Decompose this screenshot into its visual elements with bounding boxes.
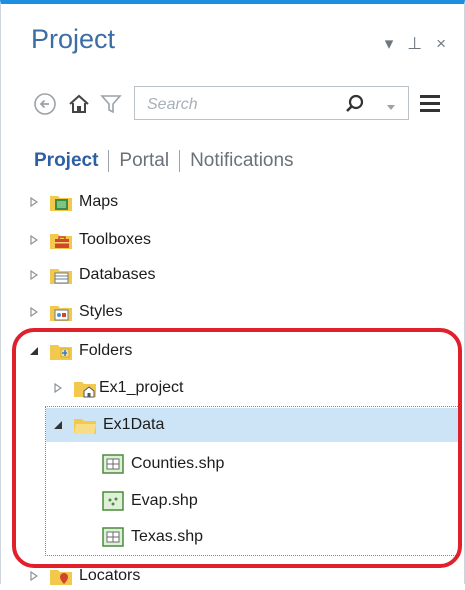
tree-item-label: Maps	[79, 193, 119, 210]
project-pane: Project ▾ ⊥ × Project	[0, 0, 465, 585]
tree-item-databases[interactable]: Databases	[27, 258, 156, 292]
pin-icon[interactable]: ⊥	[407, 34, 422, 54]
locators-folder-icon	[49, 566, 73, 586]
tree-item-counties-shp[interactable]: Counties.shp	[101, 447, 224, 481]
menu-icon[interactable]	[418, 92, 442, 119]
expand-arrow-icon[interactable]	[27, 197, 41, 207]
folder-icon	[73, 415, 97, 435]
dropdown-arrow-icon[interactable]	[386, 99, 396, 117]
pane-options-dropdown-icon[interactable]: ▾	[385, 34, 394, 54]
tab-separator	[179, 150, 181, 172]
tab-project[interactable]: Project	[34, 150, 98, 172]
point-shapefile-icon	[101, 491, 125, 511]
tree-item-locators[interactable]: Locators	[27, 562, 140, 590]
pane-tabs: Project Portal Notifications	[34, 150, 294, 172]
polygon-shapefile-icon	[101, 527, 125, 547]
expand-arrow-icon[interactable]	[51, 383, 65, 393]
folders-icon	[49, 341, 73, 361]
tree-item-texas-shp[interactable]: Texas.shp	[101, 520, 203, 554]
tree-item-label: Counties.shp	[131, 455, 225, 472]
tree-item-label: Texas.shp	[131, 528, 204, 545]
tab-portal[interactable]: Portal	[119, 150, 169, 172]
pane-title-controls: ▾ ⊥ ×	[385, 34, 446, 54]
tree-item-ex1-project[interactable]: Ex1_project	[51, 371, 184, 405]
toolbox-folder-icon	[49, 230, 73, 250]
expand-arrow-icon[interactable]	[27, 270, 41, 280]
close-icon[interactable]: ×	[436, 34, 446, 54]
styles-folder-icon	[49, 302, 73, 322]
tree-item-evap-shp[interactable]: Evap.shp	[101, 484, 198, 518]
tree-item-label: Locators	[79, 567, 141, 584]
home-icon[interactable]	[65, 86, 93, 122]
tree-item-label: Ex1Data	[103, 416, 165, 433]
tree-item-label: Evap.shp	[131, 492, 198, 509]
back-arrow-icon[interactable]	[31, 86, 59, 122]
polygon-shapefile-icon	[101, 454, 125, 474]
collapse-arrow-icon[interactable]	[51, 420, 65, 430]
tree-item-label: Styles	[79, 303, 123, 320]
tree-item-styles[interactable]: Styles	[27, 295, 123, 329]
tab-notifications[interactable]: Notifications	[190, 150, 294, 172]
pane-toolbar	[31, 86, 446, 122]
filter-icon[interactable]	[97, 86, 125, 122]
tab-separator	[108, 150, 110, 172]
tree-item-folders[interactable]: Folders	[27, 334, 132, 368]
search-box[interactable]	[134, 86, 409, 120]
project-home-folder-icon	[73, 378, 97, 398]
expand-arrow-icon[interactable]	[27, 307, 41, 317]
maps-folder-icon	[49, 192, 73, 212]
tree-item-label: Databases	[79, 266, 156, 283]
search-input[interactable]	[145, 93, 329, 117]
tree-item-label: Folders	[79, 342, 133, 359]
collapse-arrow-icon[interactable]	[27, 346, 41, 356]
tree-item-toolboxes[interactable]: Toolboxes	[27, 223, 151, 257]
tree-item-label: Toolboxes	[79, 231, 152, 248]
search-icon[interactable]	[344, 93, 366, 120]
tree-item-maps[interactable]: Maps	[27, 185, 118, 219]
database-folder-icon	[49, 265, 73, 285]
expand-arrow-icon[interactable]	[27, 571, 41, 581]
tree-item-ex1data[interactable]: Ex1Data	[46, 408, 459, 442]
expand-arrow-icon[interactable]	[27, 235, 41, 245]
tree-item-label: Ex1_project	[99, 379, 184, 396]
pane-title: Project	[31, 24, 116, 54]
